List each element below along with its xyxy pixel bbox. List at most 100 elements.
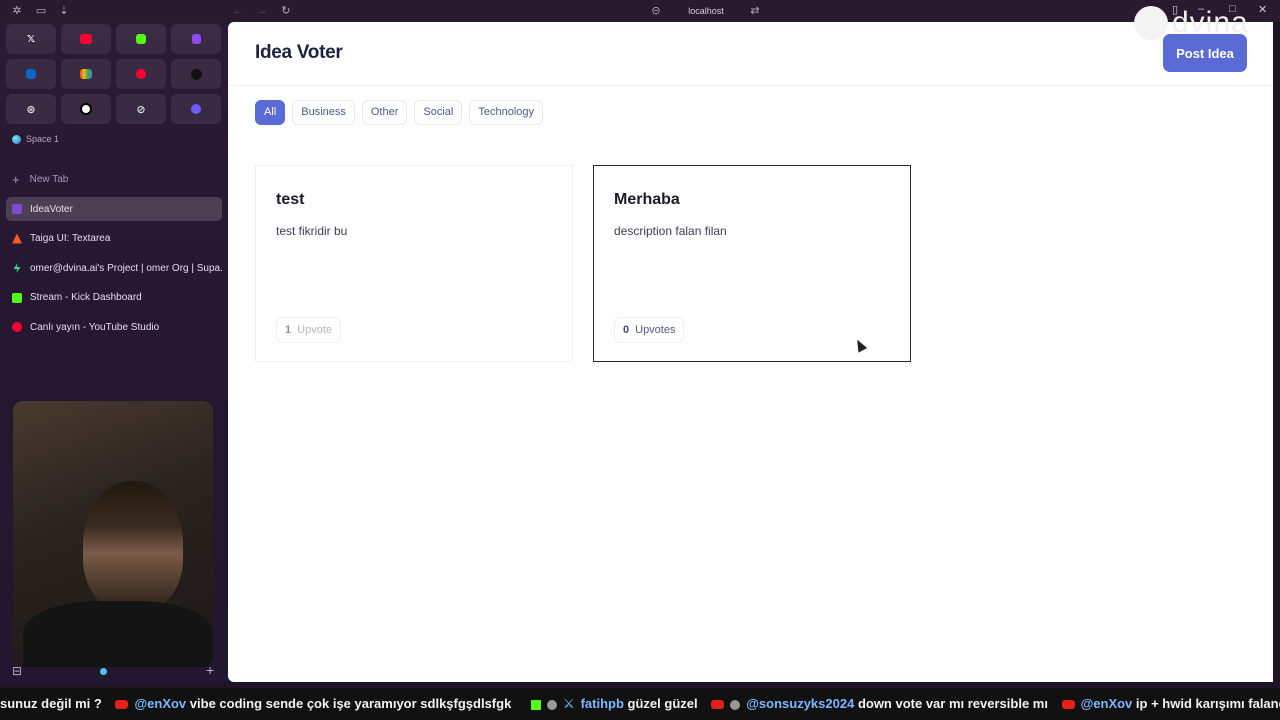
tab-supabase[interactable]: omer@dvina.ai's Project | omer Org | Sup… (6, 256, 222, 280)
chat-text: güzel güzel (627, 696, 698, 711)
youtube-music-icon[interactable] (116, 59, 166, 89)
supabase-favicon-icon (13, 263, 21, 273)
space-label: Space 1 (26, 134, 60, 144)
youtube-icon[interactable] (61, 24, 111, 54)
kick-favicon-icon (12, 292, 22, 303)
browser-topbar: ✲ ▭ ⇣ ← → ↻ ⊝ localhost ⇄ ▯ – □ ✕ (0, 0, 1280, 22)
gmail-icon[interactable] (61, 59, 111, 89)
perplexity-icon[interactable]: ⊘ (116, 94, 166, 124)
space-switcher[interactable]: Space 1 (12, 134, 59, 144)
brand-watermark: dvina (1134, 6, 1249, 40)
streamer-body (23, 601, 213, 667)
category-filters: All Business Other Social Technology (255, 100, 544, 125)
upvote-label: Upvote (297, 324, 332, 336)
chat-text: ip + hwid karışımı falandır ya (1135, 696, 1280, 711)
kick-icon (530, 699, 541, 710)
tab-taiga[interactable]: Taiga UI: Textarea (6, 227, 222, 251)
filter-technology[interactable]: Technology (469, 100, 544, 125)
upvote-label: Upvotes (635, 324, 676, 336)
url-field[interactable]: localhost (670, 4, 742, 18)
filter-business[interactable]: Business (292, 100, 355, 125)
brand-logo-icon (1134, 6, 1168, 40)
upvote-button[interactable]: 1 Upvote (276, 317, 341, 343)
back-icon[interactable]: ← (231, 4, 245, 18)
close-icon[interactable]: ✕ (1258, 3, 1267, 16)
x-icon[interactable]: 𝕏 (6, 24, 56, 54)
kick-icon[interactable] (116, 24, 166, 54)
idea-title: Merhaba (614, 191, 680, 208)
chat-user: fatihpb (580, 696, 624, 711)
chat-message: @sonsuzyks2024 down vote var mı reversib… (701, 688, 1048, 720)
ideavoter-favicon-icon (12, 204, 22, 214)
tab-label: Stream - Kick Dashboard (30, 292, 142, 303)
app-viewport: Idea Voter Post Idea All Business Other … (228, 22, 1273, 682)
plus-icon: + (12, 172, 20, 187)
chat-message: @enXov ip + hwid karışımı falandır ya (1052, 688, 1280, 720)
chat-text: sunuz değil mi ? (0, 696, 102, 711)
browser-sidebar: 𝕏 ⊛ ⊘ Space 1 + New Tab IdeaVoter Taiga … (0, 22, 228, 682)
youtube-icon (115, 700, 129, 710)
streamer-head (83, 481, 183, 611)
sidebar-footer: ⊟ + (0, 662, 228, 682)
tab-label: IdeaVoter (30, 203, 73, 215)
download-icon[interactable]: ⇣ (57, 4, 71, 18)
idea-card[interactable]: test test fikridir bu 1 Upvote (255, 165, 573, 362)
linkedin-icon[interactable] (6, 59, 56, 89)
vote-count: 0 (623, 324, 630, 336)
circle-icon[interactable] (61, 94, 111, 124)
tab-label: Canlı yayın - YouTube Studio (30, 321, 160, 333)
moon-icon (546, 699, 557, 710)
chat-text: vibe coding sende çok işe yaramıyor sdlk… (189, 696, 512, 711)
brand-wordmark: dvina (1172, 6, 1249, 39)
favorites-grid: 𝕏 ⊛ ⊘ (6, 24, 222, 124)
upvote-button[interactable]: 0 Upvotes (614, 317, 685, 343)
site-settings-icon[interactable]: ⇄ (748, 4, 762, 18)
tab-list: IdeaVoter Taiga UI: Textarea omer@dvina.… (6, 197, 222, 345)
claude-icon[interactable] (171, 94, 221, 124)
youtube-icon (711, 700, 725, 710)
add-space-icon[interactable]: + (206, 662, 214, 678)
idea-description: test fikridir bu (276, 224, 348, 238)
webcam-overlay (13, 401, 213, 667)
space-dot-icon[interactable] (100, 668, 107, 675)
archive-icon[interactable]: ⊟ (12, 664, 22, 678)
taiga-favicon-icon (12, 233, 22, 244)
link-icon[interactable]: ⊝ (649, 4, 663, 18)
filter-other[interactable]: Other (361, 100, 408, 125)
filter-all[interactable]: All (255, 100, 286, 125)
chat-message: ⚔ fatihpb güzel güzel (515, 688, 698, 720)
chat-user: @sonsuzyks2024 (746, 696, 855, 711)
chat-user: @enXov (134, 696, 187, 711)
vote-count: 1 (285, 324, 292, 336)
new-tab-label: New Tab (29, 174, 69, 185)
arc-logo-icon[interactable]: ✲ (10, 4, 24, 18)
youtube-icon (1061, 700, 1075, 710)
chat-text: down vote var mı reversible mı (857, 696, 1048, 711)
sword-icon: ⚔ (562, 696, 575, 711)
idea-list: test test fikridir bu 1 Upvote Merhaba d… (255, 165, 911, 362)
twitch-icon[interactable] (171, 24, 221, 54)
reload-icon[interactable]: ↻ (279, 4, 293, 18)
new-tab-button[interactable]: + New Tab (12, 172, 68, 187)
youtube-studio-favicon-icon (12, 322, 22, 332)
tab-label: omer@dvina.ai's Project | omer Org | Sup… (30, 262, 222, 274)
chat-message: sunuz değil mi ? (0, 688, 102, 720)
globe-icon (12, 134, 21, 144)
tab-kick-dashboard[interactable]: Stream - Kick Dashboard (6, 286, 222, 310)
moon-icon (730, 699, 741, 710)
upwork-icon[interactable] (171, 59, 221, 89)
idea-card[interactable]: Merhaba description falan filan 0 Upvote… (593, 165, 911, 362)
chatgpt-icon[interactable]: ⊛ (6, 94, 56, 124)
tab-label: Taiga UI: Textarea (30, 233, 111, 244)
filter-social[interactable]: Social (414, 100, 463, 125)
page-title: Idea Voter (255, 42, 343, 63)
idea-title: test (276, 191, 305, 208)
tab-youtube-studio[interactable]: Canlı yayın - YouTube Studio (6, 315, 222, 339)
forward-icon[interactable]: → (255, 4, 269, 18)
chat-ticker: sunuz değil mi ? @enXov vibe coding send… (0, 688, 1280, 720)
app-header: Idea Voter Post Idea (228, 22, 1273, 86)
idea-description: description falan filan (614, 224, 727, 238)
chat-message: @enXov vibe coding sende çok işe yaramıy… (105, 688, 511, 720)
tab-ideavoter[interactable]: IdeaVoter (6, 197, 222, 221)
sidebar-toggle-icon[interactable]: ▭ (34, 4, 48, 18)
